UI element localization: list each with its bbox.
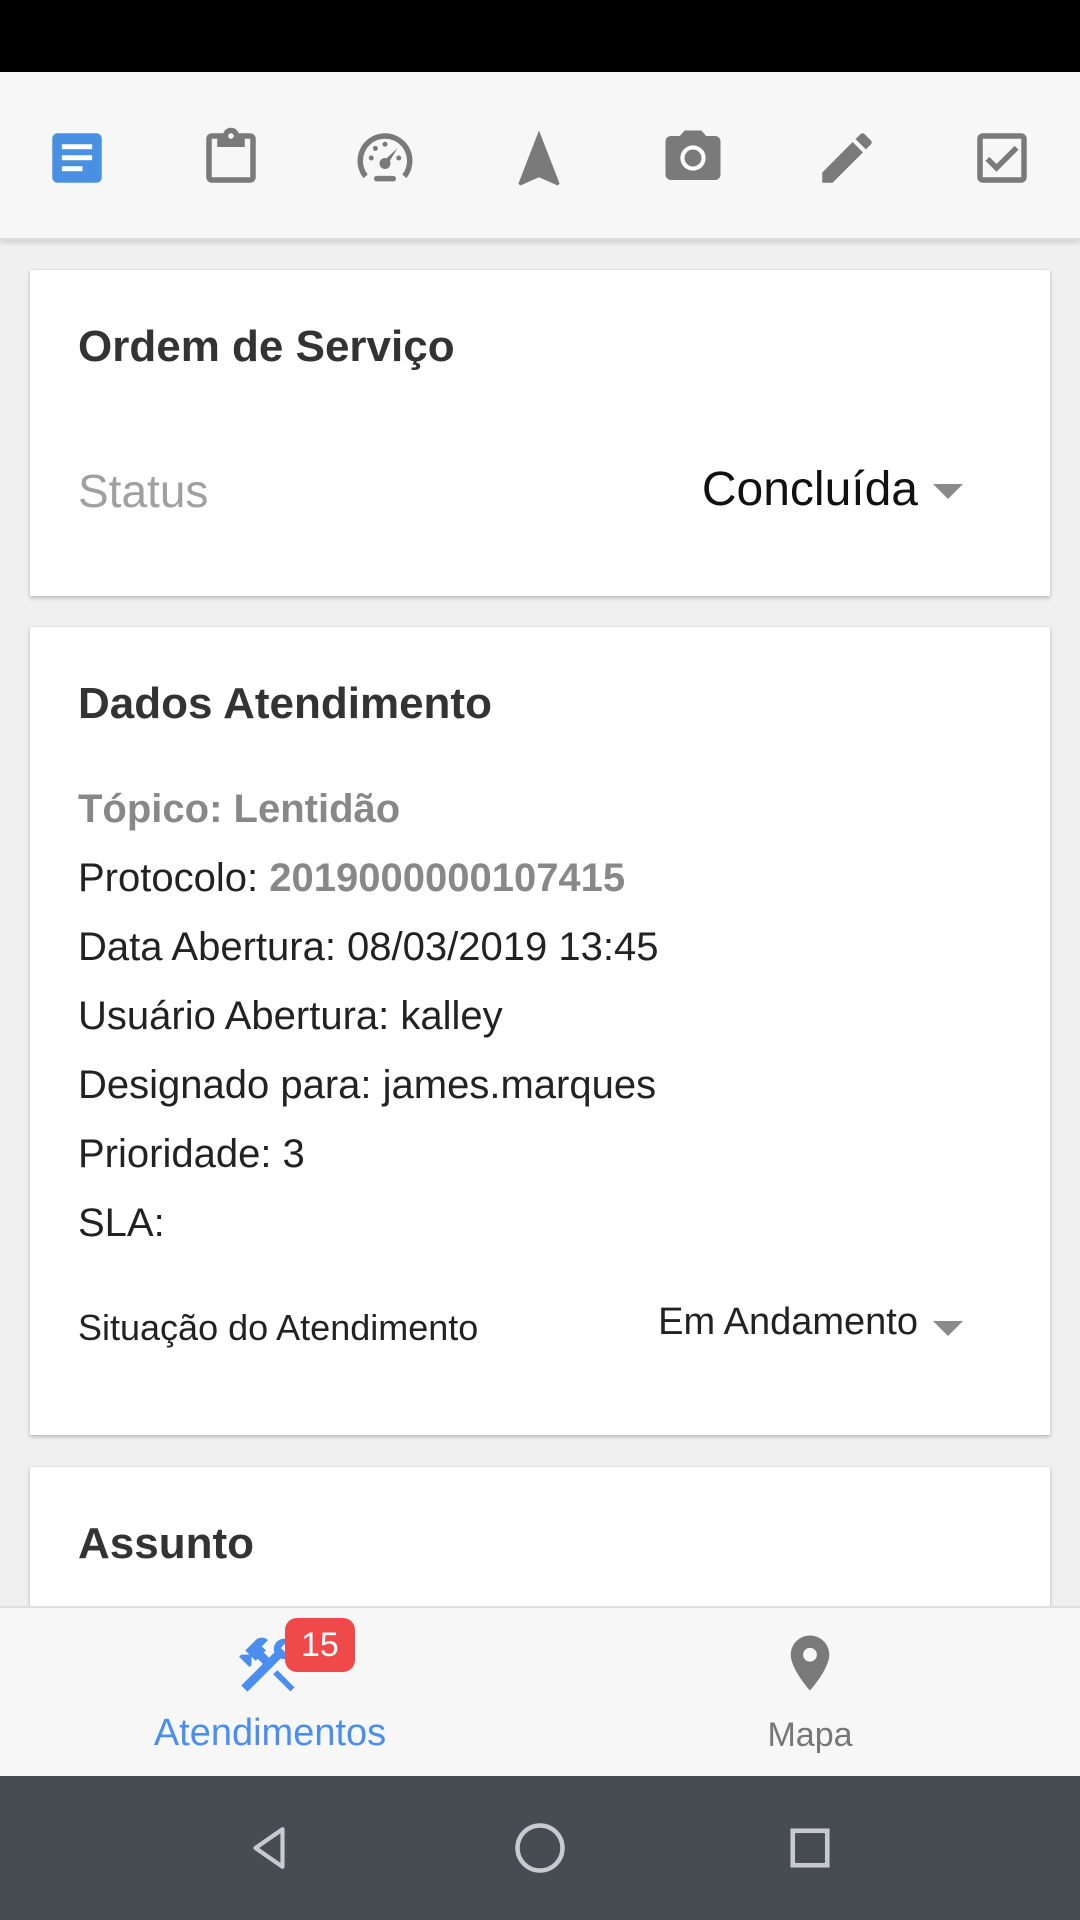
chevron-down-icon[interactable] <box>933 1321 963 1336</box>
top-toolbar <box>0 72 1080 240</box>
notification-badge: 15 <box>285 1618 355 1672</box>
assunto-card: Assunto <box>30 1467 1050 1627</box>
sla: SLA: <box>78 1201 165 1245</box>
edit-icon[interactable] <box>807 118 887 198</box>
card-title: Dados Atendimento <box>78 679 492 728</box>
dados-atendimento-card: Dados Atendimento Tópico: Lentidão Proto… <box>30 627 1050 1435</box>
topico-line: Tópico: Lentidão <box>78 787 400 832</box>
card-title: Ordem de Serviço <box>78 322 455 371</box>
home-icon[interactable] <box>506 1814 574 1882</box>
map-pin-icon <box>790 1635 830 1691</box>
topico-value: Lentidão <box>233 787 401 831</box>
checkbox-icon[interactable] <box>962 118 1042 198</box>
prioridade: Prioridade: 3 <box>78 1132 305 1176</box>
topico-label: Tópico: <box>78 787 223 831</box>
usuario-abertura: Usuário Abertura: kalley <box>78 994 503 1038</box>
speedometer-icon[interactable] <box>345 118 425 198</box>
nav-atendimentos[interactable]: 15 Atendimentos <box>0 1608 540 1778</box>
nav-atendimentos-label: Atendimentos <box>153 1712 387 1754</box>
navigation-icon[interactable] <box>499 118 579 198</box>
chevron-down-icon[interactable] <box>933 484 963 499</box>
system-nav-bar <box>0 1776 1080 1920</box>
situacao-value[interactable]: Em Andamento <box>658 1301 918 1344</box>
recents-icon[interactable] <box>776 1814 844 1882</box>
status-bar <box>0 0 1080 72</box>
bottom-nav: 15 Atendimentos Mapa <box>0 1606 1080 1776</box>
protocolo-label: Protocolo: <box>78 856 259 900</box>
protocolo-value: 2019000000107415 <box>269 856 626 900</box>
card-title: Assunto <box>78 1519 254 1568</box>
data-abertura: Data Abertura: 08/03/2019 13:45 <box>78 925 659 969</box>
clipboard-icon[interactable] <box>191 118 271 198</box>
situacao-label: Situação do Atendimento <box>78 1307 479 1348</box>
nav-mapa[interactable]: Mapa <box>540 1608 1080 1778</box>
camera-icon[interactable] <box>653 118 733 198</box>
designado-para: Designado para: james.marques <box>78 1063 657 1107</box>
ordem-servico-card: Ordem de Serviço Status Concluída <box>30 270 1050 596</box>
protocolo-line: Protocolo: 2019000000107415 <box>78 856 625 901</box>
status-label: Status <box>78 465 209 517</box>
nav-mapa-label: Mapa <box>767 1716 853 1754</box>
document-icon[interactable] <box>37 118 117 198</box>
back-icon[interactable] <box>236 1814 304 1882</box>
status-value[interactable]: Concluída <box>702 462 918 517</box>
